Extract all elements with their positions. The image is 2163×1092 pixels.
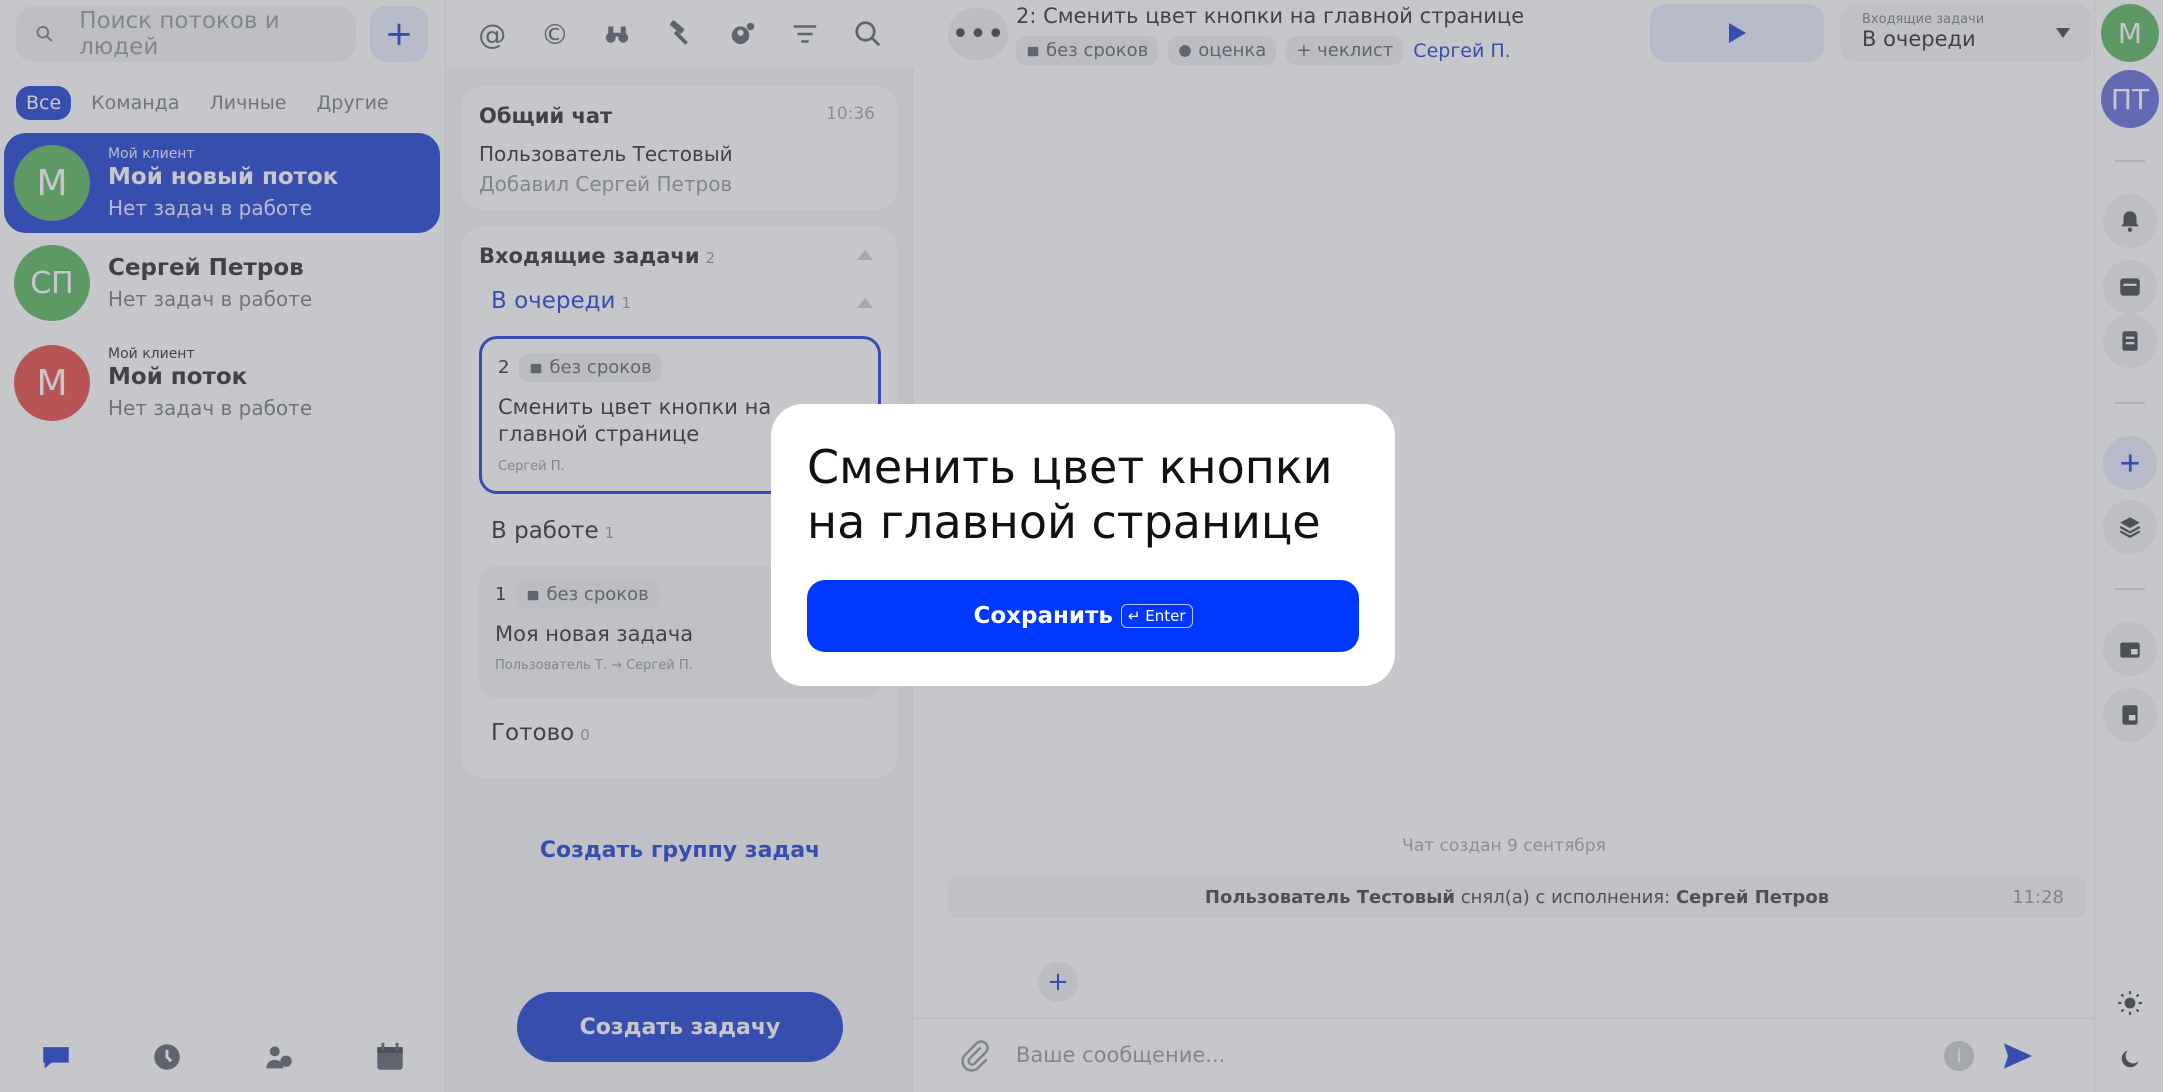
modal-task-title[interactable]: Сменить цвет кнопки на главной странице	[807, 440, 1347, 550]
save-label: Сохранить	[973, 603, 1113, 629]
save-button[interactable]: Сохранить ↵ Enter	[807, 580, 1359, 652]
enter-shortcut-hint: ↵ Enter	[1120, 604, 1193, 628]
edit-task-title-modal: Сменить цвет кнопки на главной странице …	[771, 404, 1395, 686]
